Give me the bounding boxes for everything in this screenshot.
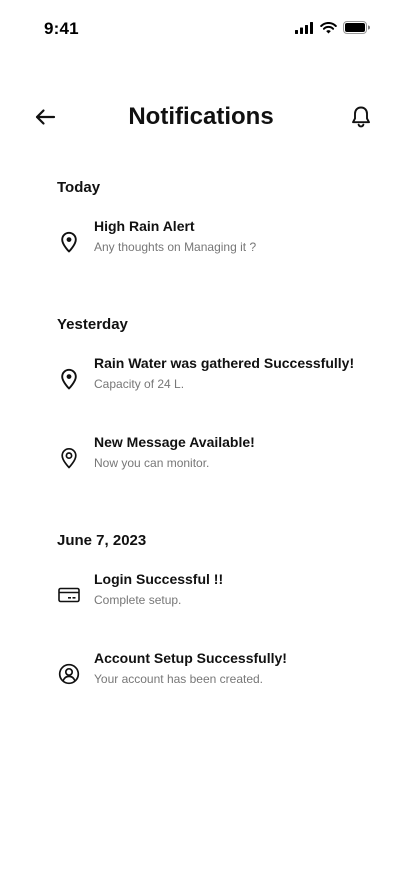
header: Notifications (0, 96, 402, 140)
list-item-title: Account Setup Successfully! (94, 650, 287, 666)
wifi-icon (320, 21, 337, 34)
list-item-title: Login Successful !! (94, 571, 224, 587)
list-item[interactable]: Login Successful !! Complete setup. (57, 571, 377, 629)
list-item-subtitle: Capacity of 24 L. (94, 377, 185, 391)
list-item-subtitle: Now you can monitor. (94, 456, 210, 470)
credit-card-icon (57, 583, 81, 607)
section-yesterday: Yesterday Rain Water was gathered Succes… (57, 315, 377, 492)
status-time: 9:41 (44, 19, 79, 38)
list-item-title: High Rain Alert (94, 218, 195, 234)
status-icons (295, 21, 370, 34)
bell-icon (350, 105, 372, 129)
list-item[interactable]: New Message Available! Now you can monit… (57, 434, 377, 492)
location-pin-outline-icon (57, 446, 81, 470)
cellular-signal-icon (295, 21, 314, 34)
page-title: Notifications (128, 103, 274, 130)
location-pin-icon (57, 230, 81, 254)
list-item[interactable]: High Rain Alert Any thoughts on Managing… (57, 218, 377, 276)
list-item[interactable]: Account Setup Successfully! Your account… (57, 650, 377, 708)
section-today: Today High Rain Alert Any thoughts on Ma… (57, 178, 377, 276)
list-item-subtitle: Complete setup. (94, 593, 182, 607)
list-item-title: Rain Water was gathered Successfully! (94, 355, 355, 371)
list-item[interactable]: Rain Water was gathered Successfully! Ca… (57, 355, 377, 413)
bell-button[interactable] (348, 104, 374, 130)
list-item-subtitle: Your account has been created. (94, 672, 264, 686)
location-pin-icon (57, 367, 81, 391)
battery-icon (343, 21, 370, 34)
list-item-title: New Message Available! (94, 434, 255, 450)
user-circle-icon (57, 662, 81, 686)
list-item-subtitle: Any thoughts on Managing it ? (94, 240, 257, 254)
status-bar: 9:41 (0, 0, 402, 56)
section-june-7-2023: June 7, 2023 Login Successful !! Complet… (57, 531, 377, 708)
section-title: June 7, 2023 (57, 532, 147, 549)
notifications-list: Today High Rain Alert Any thoughts on Ma… (57, 178, 377, 708)
section-title: Yesterday (57, 316, 128, 333)
section-title: Today (57, 179, 101, 196)
